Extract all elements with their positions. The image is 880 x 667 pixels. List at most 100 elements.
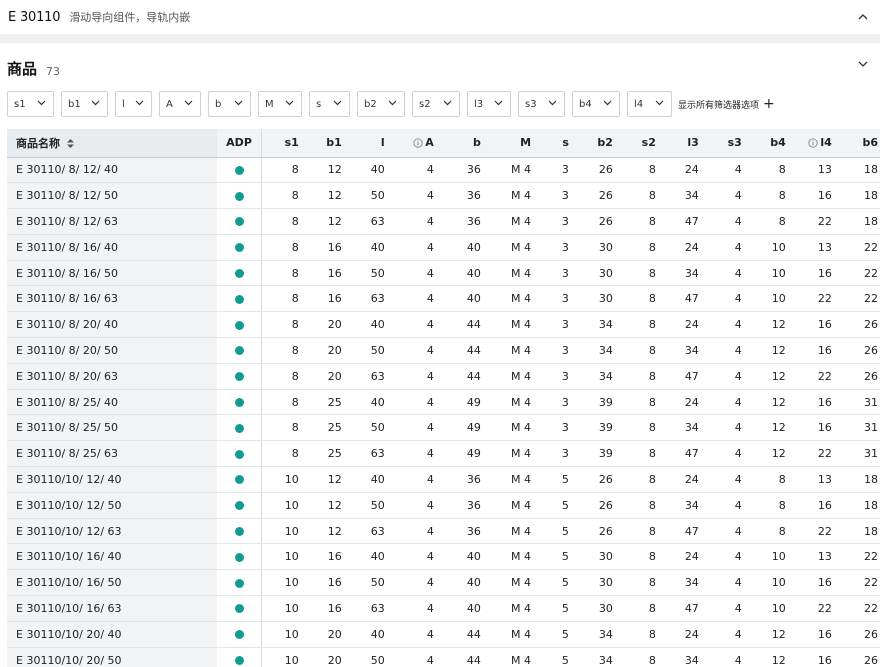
table-row[interactable]: E 30110/10/ 16/ 50 10 16 50 4 40 M 4 5 30 8 34 4 10 1…	[7, 569, 880, 597]
filter-dropdown-s3[interactable]: s3	[518, 91, 565, 117]
availability-status-dot	[234, 656, 244, 666]
product-name-cell[interactable]: E 30110/ 8/ 12/ 63	[7, 208, 217, 235]
filter-dropdown-s2[interactable]: s2	[412, 91, 460, 117]
table-row[interactable]: E 30110/10/ 16/ 63 10 16 63 4 40 M 4 5 30 8 47 4 10 2…	[7, 595, 880, 622]
sort-icon[interactable]	[66, 138, 75, 149]
column-header-label: l	[380, 136, 385, 150]
filter-label: s3	[525, 98, 537, 110]
filter-dropdown-l3[interactable]: l3	[467, 91, 511, 117]
table-row[interactable]: E 30110/10/ 12/ 50 10 12 50 4 36 M 4 5 26 8 34 4 8 16…	[7, 492, 880, 519]
product-name-cell[interactable]: E 30110/10/ 12/ 50	[7, 492, 217, 519]
cell-b4: 10	[747, 285, 792, 313]
product-name-cell[interactable]: E 30110/10/ 16/ 40	[7, 543, 217, 571]
cell-m: M 4	[486, 208, 538, 235]
table-row[interactable]: E 30110/10/ 12/ 40 10 12 40 4 36 M 4 5 26 8 24 4 8 13…	[7, 466, 880, 493]
cell-l: 40	[347, 466, 391, 493]
product-name-cell[interactable]: E 30110/10/ 20/ 50	[7, 647, 217, 667]
cell-b: 40	[439, 569, 487, 597]
product-name-cell[interactable]: E 30110/ 8/ 16/ 50	[7, 260, 217, 287]
cell-l3: 34	[661, 260, 705, 287]
product-name-cell[interactable]: E 30110/ 8/ 20/ 50	[7, 337, 217, 364]
availability-status-dot	[234, 294, 244, 304]
filter-dropdown-s[interactable]: s	[309, 91, 350, 117]
cell-b2: 34	[574, 311, 619, 339]
cell-s: 3	[537, 363, 575, 390]
product-name-cell[interactable]: E 30110/ 8/ 25/ 40	[7, 389, 217, 416]
filter-dropdown-A[interactable]: A	[159, 91, 201, 117]
cell-b: 36	[439, 157, 487, 184]
product-name-cell[interactable]: E 30110/ 8/ 25/ 50	[7, 414, 217, 442]
table-row[interactable]: E 30110/ 8/ 20/ 50 8 20 50 4 44 M 4 3 34 8 34 4 12 16…	[7, 337, 880, 364]
table-row[interactable]: E 30110/ 8/ 25/ 63 8 25 63 4 49 M 4 3 39 8 47 4 12 22…	[7, 440, 880, 468]
filter-dropdown-b4[interactable]: b4	[572, 91, 620, 117]
cell-s2: 8	[618, 285, 662, 313]
cell-s: 3	[537, 311, 575, 339]
product-name-cell[interactable]: E 30110/ 8/ 16/ 40	[7, 234, 217, 261]
filter-label: s	[316, 98, 322, 110]
filter-dropdown-b[interactable]: b	[208, 91, 251, 117]
chevron-up-icon[interactable]	[856, 10, 870, 24]
product-name-cell[interactable]: E 30110/10/ 20/ 40	[7, 621, 217, 648]
filter-dropdown-l4[interactable]: l4	[627, 91, 672, 117]
cell-s1: 8	[261, 208, 305, 235]
info-icon[interactable]	[413, 138, 423, 148]
filter-dropdown-b1[interactable]: b1	[61, 91, 108, 117]
product-name-cell[interactable]: E 30110/ 8/ 12/ 40	[7, 157, 217, 184]
filter-label: b4	[579, 98, 592, 110]
product-name-cell[interactable]: E 30110/ 8/ 20/ 63	[7, 363, 217, 390]
column-header-b: b	[439, 129, 487, 158]
column-header-label: b1	[326, 136, 342, 150]
column-header-name[interactable]: 商品名称	[7, 129, 217, 158]
filter-dropdown-l[interactable]: l	[115, 91, 152, 117]
availability-status-dot	[234, 578, 244, 588]
cell-l: 40	[347, 157, 391, 184]
table-row[interactable]: E 30110/10/ 20/ 40 10 20 40 4 44 M 4 5 34 8 24 4 12 1…	[7, 621, 880, 648]
table-row[interactable]: E 30110/10/ 16/ 40 10 16 40 4 40 M 4 5 30 8 24 4 10 1…	[7, 543, 880, 571]
chevron-down-icon	[134, 97, 145, 111]
product-name-cell[interactable]: E 30110/10/ 12/ 40	[7, 466, 217, 493]
table-row[interactable]: E 30110/ 8/ 25/ 40 8 25 40 4 49 M 4 3 39 8 24 4 12 16…	[7, 389, 880, 416]
product-name-cell[interactable]: E 30110/ 8/ 20/ 40	[7, 311, 217, 339]
cell-m: M 4	[486, 337, 538, 364]
cell-l: 50	[347, 260, 391, 287]
table-row[interactable]: E 30110/10/ 20/ 50 10 20 50 4 44 M 4 5 34 8 34 4 12 1…	[7, 647, 880, 667]
chevron-down-icon	[90, 97, 101, 111]
cell-l3: 47	[661, 363, 705, 390]
chevron-down-icon[interactable]	[856, 57, 870, 71]
cell-b4: 8	[747, 208, 792, 235]
table-row[interactable]: E 30110/ 8/ 20/ 40 8 20 40 4 44 M 4 3 34 8 24 4 12 16…	[7, 311, 880, 339]
show-all-filters-button[interactable]: 显示所有筛选器选项 +	[678, 97, 775, 111]
filter-dropdown-M[interactable]: M	[258, 91, 302, 117]
table-row[interactable]: E 30110/10/ 12/ 63 10 12 63 4 36 M 4 5 26 8 47 4 8 22…	[7, 518, 880, 545]
table-row[interactable]: E 30110/ 8/ 16/ 63 8 16 63 4 40 M 4 3 30 8 47 4 10 22…	[7, 285, 880, 313]
cell-s2: 8	[618, 311, 662, 339]
adp-cell	[216, 621, 263, 648]
column-header-b1: b1	[304, 129, 348, 158]
cell-s3: 4	[704, 182, 748, 210]
product-name-cell[interactable]: E 30110/10/ 16/ 50	[7, 569, 217, 597]
table-row[interactable]: E 30110/ 8/ 25/ 50 8 25 50 4 49 M 4 3 39 8 34 4 12 16…	[7, 414, 880, 442]
cell-l: 50	[347, 569, 391, 597]
filter-dropdown-b2[interactable]: b2	[357, 91, 405, 117]
cell-l4: 22	[791, 208, 838, 235]
table-row[interactable]: E 30110/ 8/ 12/ 63 8 12 63 4 36 M 4 3 26 8 47 4 8 22 1…	[7, 208, 880, 235]
availability-status-dot	[234, 320, 244, 330]
product-description: 滑动导向组件，导轨内嵌	[69, 11, 191, 24]
table-row[interactable]: E 30110/ 8/ 20/ 63 8 20 63 4 44 M 4 3 34 8 47 4 12 22…	[7, 363, 880, 390]
column-header-s: s	[537, 129, 575, 158]
product-name-cell[interactable]: E 30110/10/ 16/ 63	[7, 595, 217, 622]
table-row[interactable]: E 30110/ 8/ 12/ 40 8 12 40 4 36 M 4 3 26 8 24 4 8 13 1…	[7, 157, 880, 184]
product-name-cell[interactable]: E 30110/10/ 12/ 63	[7, 518, 217, 545]
product-name-cell[interactable]: E 30110/ 8/ 16/ 63	[7, 285, 217, 313]
cell-b2: 34	[574, 363, 619, 390]
table-row[interactable]: E 30110/ 8/ 16/ 40 8 16 40 4 40 M 4 3 30 8 24 4 10 13…	[7, 234, 880, 261]
info-icon[interactable]	[808, 138, 819, 148]
cell-b6: 31	[837, 440, 880, 468]
product-name-cell[interactable]: E 30110/ 8/ 25/ 63	[7, 440, 217, 468]
table-row[interactable]: E 30110/ 8/ 12/ 50 8 12 50 4 36 M 4 3 26 8 34 4 8 16 1…	[7, 182, 880, 210]
filter-dropdown-s1[interactable]: s1	[7, 91, 54, 117]
cell-b4: 12	[747, 389, 792, 416]
product-name-cell[interactable]: E 30110/ 8/ 12/ 50	[7, 182, 217, 210]
table-row[interactable]: E 30110/ 8/ 16/ 50 8 16 50 4 40 M 4 3 30 8 34 4 10 16…	[7, 260, 880, 287]
cell-b6: 22	[837, 285, 880, 313]
